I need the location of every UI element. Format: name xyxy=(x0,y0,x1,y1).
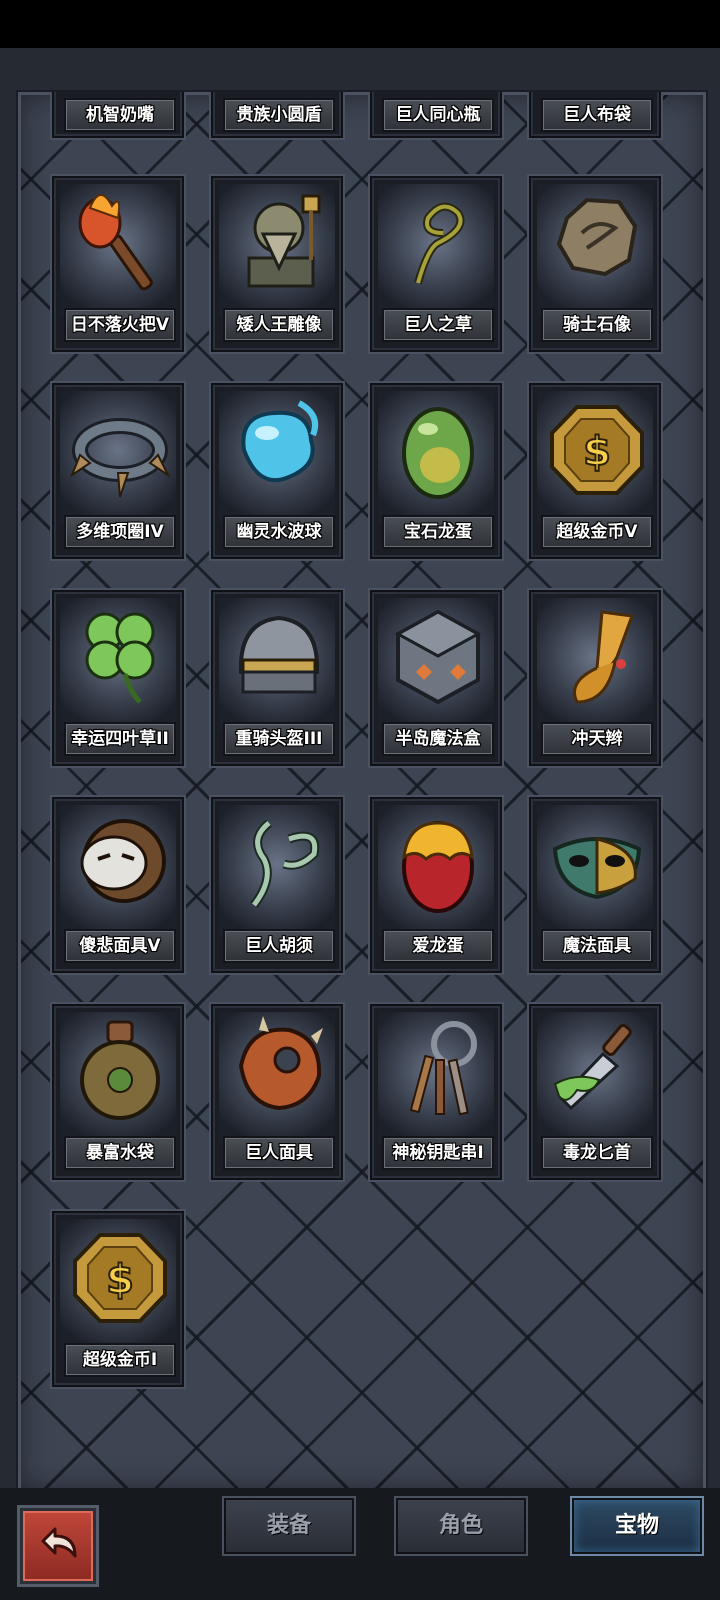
inventory-grid[interactable]: 机智奶嘴 贵族小圆盾 巨人同心瓶 巨人布袋 日不落火把V 矮人王雕像 巨人之草 … xyxy=(16,90,708,1494)
item-label: 超级金币V xyxy=(541,515,653,549)
item-label: 多维项圈IV xyxy=(64,515,176,549)
knight-stone-statue-icon xyxy=(556,197,638,277)
item-slot[interactable]: 暴富水袋 xyxy=(52,1004,184,1180)
poison-dagger-icon xyxy=(553,1024,632,1111)
knight-helmet-icon xyxy=(238,615,320,694)
item-slot[interactable]: 傻悲面具V xyxy=(52,797,184,973)
giant-mask-icon xyxy=(238,1016,323,1111)
item-label: 神秘钥匙串I xyxy=(382,1136,494,1170)
item-slot[interactable]: 巨人布袋 xyxy=(529,92,661,138)
item-label: 骑士石像 xyxy=(541,308,653,342)
item-label: 魔法面具 xyxy=(541,929,653,963)
item-label: 暴富水袋 xyxy=(64,1136,176,1170)
item-label: 幸运四叶草II xyxy=(64,722,176,756)
item-slot[interactable]: 日不落火把V xyxy=(52,176,184,352)
item-label: 宝石龙蛋 xyxy=(382,515,494,549)
item-label: 巨人布袋 xyxy=(541,98,653,132)
tab-character[interactable]: 角色 xyxy=(396,1498,526,1554)
water-flask-icon xyxy=(80,1020,160,1120)
item-label: 巨人同心瓶 xyxy=(382,98,494,132)
torch-icon xyxy=(78,194,153,291)
svg-text:$: $ xyxy=(106,1257,134,1303)
dwarf-king-statue-icon xyxy=(247,194,321,288)
item-slot[interactable]: 宝石龙蛋 xyxy=(370,383,502,559)
item-slot[interactable]: 冲天辫 xyxy=(529,590,661,766)
masquerade-mask-icon xyxy=(552,837,642,900)
item-label: 半岛魔法盒 xyxy=(382,722,494,756)
item-slot[interactable]: 重骑头盔III xyxy=(211,590,343,766)
item-slot[interactable]: 幸运四叶草II xyxy=(52,590,184,766)
ponytail-icon xyxy=(573,610,635,704)
item-label: 巨人面具 xyxy=(223,1136,335,1170)
item-slot[interactable]: $ 超级金币V xyxy=(529,383,661,559)
tab-treasure[interactable]: 宝物 xyxy=(572,1498,702,1554)
item-slot[interactable]: 巨人面具 xyxy=(211,1004,343,1180)
item-slot[interactable]: 爱龙蛋 xyxy=(370,797,502,973)
item-slot[interactable]: 机智奶嘴 xyxy=(52,92,184,138)
giant-beard-icon xyxy=(250,819,320,908)
item-label: 巨人胡须 xyxy=(223,929,335,963)
item-slot[interactable]: 多维项圈IV xyxy=(52,383,184,559)
item-slot[interactable]: 贵族小圆盾 xyxy=(211,92,343,138)
item-slot[interactable]: 骑士石像 xyxy=(529,176,661,352)
key-ring-icon xyxy=(409,1021,477,1116)
item-label: 冲天辫 xyxy=(541,722,653,756)
giant-grass-icon xyxy=(414,202,465,285)
bottom-nav: 装备 角色 宝物 xyxy=(0,1488,720,1600)
item-label: 机智奶嘴 xyxy=(64,98,176,132)
item-label: 日不落火把V xyxy=(64,308,176,342)
spiked-collar-icon xyxy=(70,418,170,498)
item-slot[interactable]: 魔法面具 xyxy=(529,797,661,973)
gold-coin-icon: $ xyxy=(73,1233,167,1323)
sad-mask-icon xyxy=(80,819,166,903)
item-slot[interactable]: 幽灵水波球 xyxy=(211,383,343,559)
red-dragon-egg-icon xyxy=(402,821,474,913)
item-label: 超级金币I xyxy=(64,1343,176,1377)
item-slot[interactable]: 巨人胡须 xyxy=(211,797,343,973)
item-slot[interactable]: 半岛魔法盒 xyxy=(370,590,502,766)
four-leaf-clover-icon xyxy=(85,612,155,704)
tab-equipment[interactable]: 装备 xyxy=(224,1498,354,1554)
magic-cube-icon xyxy=(394,609,482,705)
svg-text:$: $ xyxy=(583,429,611,475)
item-slot[interactable]: $ 超级金币I xyxy=(52,1211,184,1387)
item-label: 巨人之草 xyxy=(382,308,494,342)
item-slot[interactable]: 矮人王雕像 xyxy=(211,176,343,352)
item-slot[interactable]: 毒龙匕首 xyxy=(529,1004,661,1180)
status-bar xyxy=(0,0,720,48)
item-slot[interactable]: 巨人之草 xyxy=(370,176,502,352)
gem-dragon-egg-icon xyxy=(402,407,474,499)
item-label: 毒龙匕首 xyxy=(541,1136,653,1170)
back-button[interactable] xyxy=(20,1508,96,1584)
item-label: 幽灵水波球 xyxy=(223,515,335,549)
item-label: 矮人王雕像 xyxy=(223,308,335,342)
back-arrow-icon xyxy=(41,1527,77,1558)
item-slot[interactable]: 神秘钥匙串I xyxy=(370,1004,502,1180)
item-label: 重骑头盔III xyxy=(223,722,335,756)
item-label: 贵族小圆盾 xyxy=(223,98,335,132)
gold-coin-icon: $ xyxy=(550,405,644,495)
water-orb-icon xyxy=(241,400,319,483)
treasure-panel: 机智奶嘴 贵族小圆盾 巨人同心瓶 巨人布袋 日不落火把V 矮人王雕像 巨人之草 … xyxy=(0,48,720,1494)
item-label: 爱龙蛋 xyxy=(382,929,494,963)
item-slot[interactable]: 巨人同心瓶 xyxy=(370,92,502,138)
item-label: 傻悲面具V xyxy=(64,929,176,963)
